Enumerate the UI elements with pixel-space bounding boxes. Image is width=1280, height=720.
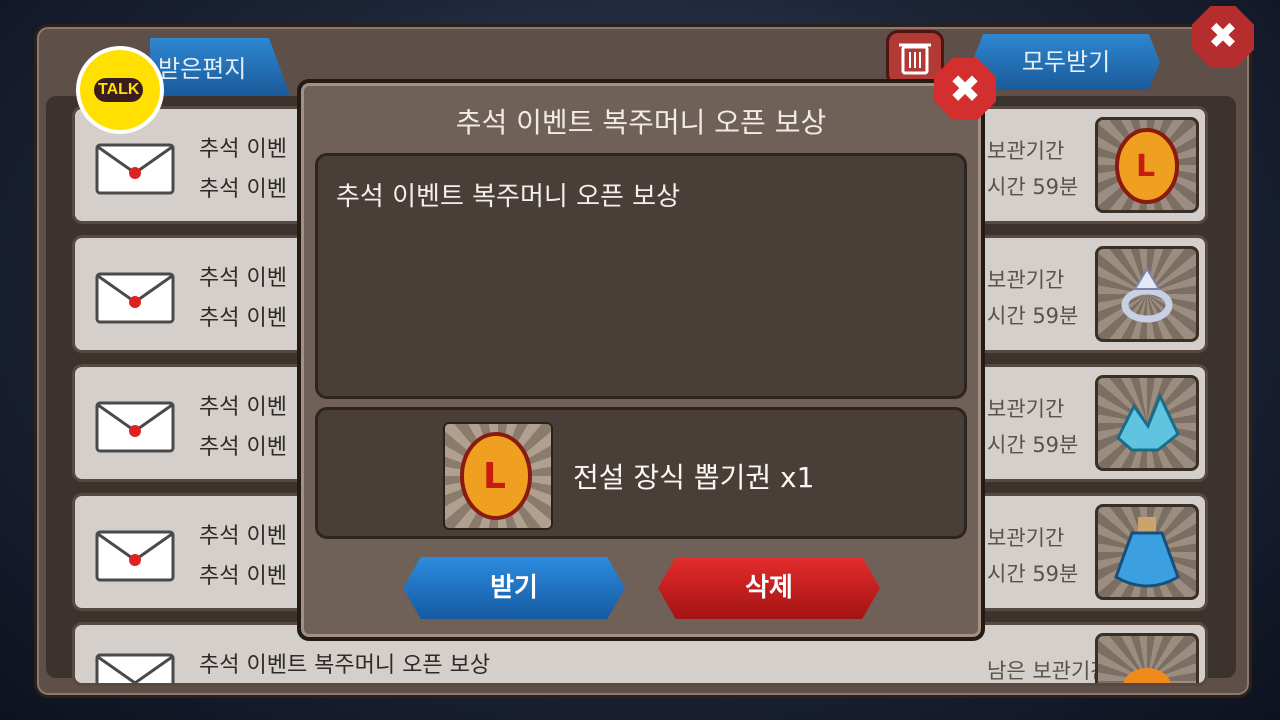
envelope-icon [95,143,175,195]
tab-received-mail[interactable]: 받은편지 [150,38,290,96]
mail-keep-label: 보관기간 [987,139,1065,163]
close-mailbox-button[interactable]: ✖ [1192,6,1254,68]
mail-keep-time: 시간 59분 [987,304,1079,328]
reward-panel: L 전설 장식 뽑기권 x1 [315,407,967,539]
mail-title: 추석 이벤 [199,137,287,162]
mail-detail-dialog: 추석 이벤트 복주머니 오픈 보상 추석 이벤트 복주머니 오픈 보상 L 전설… [297,79,985,641]
mail-subtitle: 추석 이벤 [199,306,287,331]
mail-keep-label: 보관기간 [987,526,1065,550]
mail-title: 추석 이벤 [199,524,287,549]
potion-icon [1095,504,1199,600]
egg-icon: L [1095,117,1199,213]
envelope-icon [95,272,175,324]
svg-text:L: L [483,456,506,497]
legend-egg-icon: L [443,422,553,530]
talk-label: TALK [94,78,144,102]
mail-subtitle: 추석 이벤 [199,564,287,589]
reward-label: 전설 장식 뽑기권 x1 [573,461,815,494]
receive-button[interactable]: 받기 [403,557,625,619]
mail-keep-time: 시간 59분 [987,175,1079,199]
svg-text:L: L [1136,149,1155,184]
receive-all-button[interactable]: 모두받기 [972,34,1160,90]
crystal-icon [1095,375,1199,471]
mail-keep-label: 남은 보관기간 [987,659,1110,683]
mail-subtitle: 추석 이벤 [199,177,287,202]
ring-icon [1095,246,1199,342]
mail-title: 추석 이벤 [199,266,287,291]
dialog-title: 추석 이벤트 복주머니 오픈 보상 [455,106,827,139]
mail-title: 추석 이벤 [199,395,287,420]
delete-button[interactable]: 삭제 [658,557,880,619]
kakaotalk-icon[interactable]: TALK [76,46,164,134]
message-text: 추석 이벤트 복주머니 오픈 보상 [336,182,681,212]
mail-subtitle: 추석 이벤 [199,435,287,460]
mail-keep-time: 시간 59분 [987,562,1079,586]
mail-keep-label: 보관기간 [987,397,1065,421]
mail-keep-label: 보관기간 [987,268,1065,292]
envelope-icon [95,653,175,683]
message-body: 추석 이벤트 복주머니 오픈 보상 [315,153,967,399]
mail-keep-time: 시간 59분 [987,433,1079,457]
envelope-icon [95,530,175,582]
mail-title: 추석 이벤트 복주머니 오픈 보상 [199,653,491,678]
pumpkin-icon [1095,633,1199,683]
envelope-icon [95,401,175,453]
